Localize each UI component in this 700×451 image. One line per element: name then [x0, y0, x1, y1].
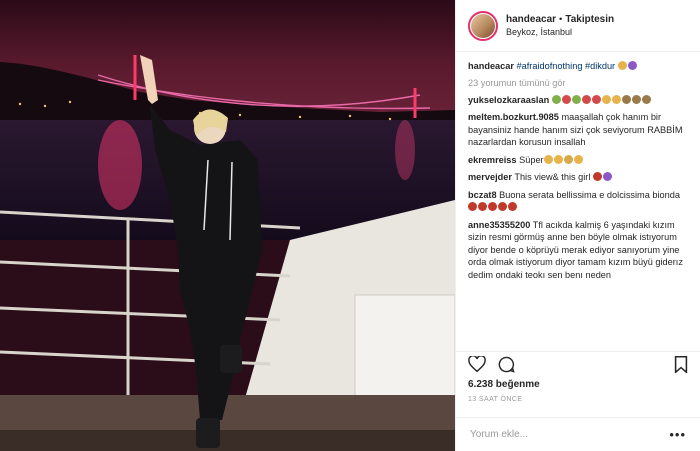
- purple-heart-emoji-icon: [602, 172, 612, 181]
- comment-item: anne35355200 Tfl acıkda kalmiş 6 yaşında…: [468, 219, 688, 282]
- rose-emoji-icon: [478, 202, 487, 211]
- follow-status-button[interactable]: Takiptesin: [565, 14, 614, 25]
- hands-emoji-icon: [621, 94, 631, 104]
- username-link[interactable]: handeacar: [506, 14, 556, 25]
- comment-username[interactable]: yukselozkaraaslan: [468, 95, 549, 105]
- kiss-emoji-icon: [488, 202, 497, 211]
- comment-item: mervejder This view& this girl: [468, 171, 688, 184]
- hands-emoji-icon: [641, 94, 651, 104]
- night-bosphorus-photo: [0, 0, 455, 451]
- hands-emoji-icon: [631, 94, 641, 104]
- comment-item: bczat8 Buona serata bellissima e dolciss…: [468, 189, 688, 214]
- comment-item: yukselozkaraaslan: [468, 94, 688, 107]
- thumbs-up-emoji-icon: [553, 154, 563, 164]
- comment-item: ekremreiss Süper: [468, 154, 688, 167]
- comment-text: This view& this girl: [514, 172, 591, 182]
- person-emoji-icon: [563, 154, 573, 164]
- comment-text: Süper: [519, 154, 544, 165]
- header-text: handeacar • Takiptesin Beykoz, İstanbul: [506, 13, 614, 39]
- thumbs-up-emoji-icon: [573, 154, 583, 164]
- location-link[interactable]: Beykoz, İstanbul: [506, 26, 614, 39]
- comment-icon[interactable]: [498, 356, 515, 376]
- comment-username[interactable]: anne35355200: [468, 220, 530, 230]
- caption-username[interactable]: handeacar: [468, 61, 514, 71]
- purple-heart-emoji-icon: [627, 61, 637, 70]
- plant-emoji-icon: [551, 94, 561, 104]
- comment-username[interactable]: mervejder: [468, 172, 512, 182]
- heart-icon[interactable]: [468, 355, 486, 375]
- post-timestamp: 13 SAAT ÖNCE: [468, 396, 523, 403]
- action-bar: [456, 351, 700, 379]
- rose-emoji-icon: [592, 172, 602, 181]
- kiss-emoji-icon: [498, 202, 507, 211]
- rose-emoji-icon: [591, 94, 601, 104]
- post-photo[interactable]: [0, 0, 455, 451]
- rose-emoji-icon: [581, 94, 591, 104]
- instagram-post: handeacar • Takiptesin Beykoz, İstanbul ha…: [0, 0, 700, 451]
- more-options-icon[interactable]: •••: [669, 427, 686, 442]
- thumbs-up-emoji-icon: [611, 94, 621, 104]
- add-comment-input[interactable]: Yorum ekle...: [470, 429, 528, 440]
- kiss-emoji-icon: [508, 202, 517, 211]
- separator-dot: •: [559, 13, 563, 25]
- add-comment-bar: Yorum ekle... •••: [456, 417, 700, 451]
- caption-hashtags[interactable]: #afraidofnothing #dikdur: [517, 61, 616, 71]
- comment-item: meltem.bozkurt.9085 maaşallah çok hanım …: [468, 111, 688, 149]
- comment-username[interactable]: meltem.bozkurt.9085: [468, 112, 559, 122]
- rose-emoji-icon: [468, 202, 477, 211]
- view-all-comments-link[interactable]: 23 yorumun tümünü gör: [468, 78, 688, 88]
- bookmark-icon[interactable]: [674, 355, 688, 376]
- caption: handeacar #afraidofnothing #dikdur: [468, 60, 688, 73]
- rose-emoji-icon: [561, 94, 571, 104]
- post-header: handeacar • Takiptesin Beykoz, İstanbul: [456, 0, 700, 52]
- comments-list: handeacar #afraidofnothing #dikdur 23 yo…: [456, 52, 700, 351]
- comment-text: Buona serata bellissima e dolcissima bio…: [499, 189, 680, 200]
- thumbs-up-emoji-icon: [601, 94, 611, 104]
- victory-hand-emoji-icon: [617, 61, 627, 70]
- comment-username[interactable]: ekremreiss: [468, 155, 517, 165]
- avatar[interactable]: [468, 10, 498, 41]
- comment-username[interactable]: bczat8: [468, 190, 497, 200]
- post-sidebar: handeacar • Takiptesin Beykoz, İstanbul ha…: [455, 0, 700, 451]
- like-count[interactable]: 6.238 beğenme: [456, 379, 700, 393]
- thumbs-up-emoji-icon: [543, 154, 553, 164]
- plant-emoji-icon: [571, 94, 581, 104]
